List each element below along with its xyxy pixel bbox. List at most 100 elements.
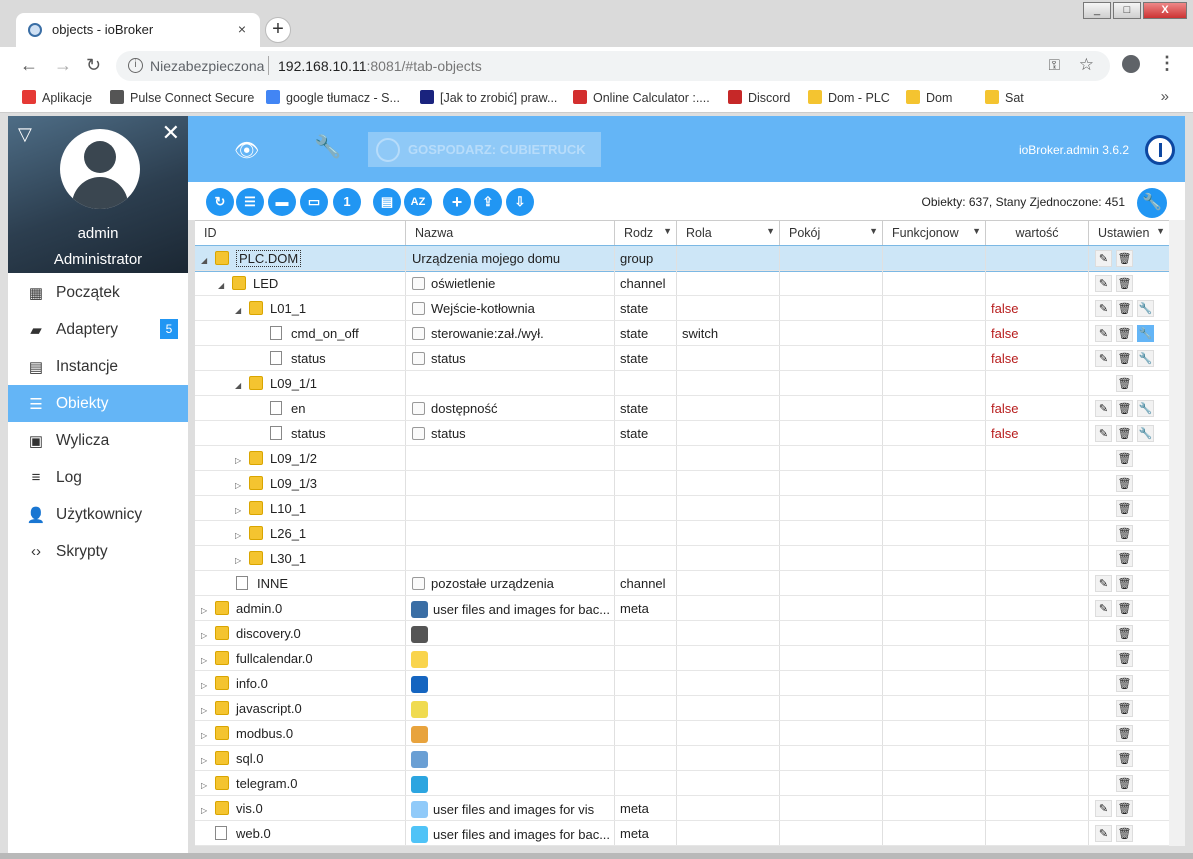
- tab-close-icon[interactable]: ×: [238, 21, 246, 37]
- browser-tab[interactable]: objects - ioBroker ×: [16, 13, 260, 47]
- list-view-button[interactable]: ☰: [236, 188, 264, 216]
- eye-icon[interactable]: 👁: [234, 138, 259, 163]
- reload-icon[interactable]: ↻: [86, 55, 101, 76]
- close-window-button[interactable]: X: [1143, 2, 1187, 19]
- iobroker-brand-icon[interactable]: [1145, 135, 1175, 165]
- omnibox[interactable]: i Niezabezpieczona 192.168.10.11:8081/#t…: [116, 51, 1110, 81]
- value-cell[interactable]: false: [986, 296, 1089, 320]
- filter-dropdown-icon[interactable]: ▼: [869, 226, 878, 236]
- bookmark-item[interactable]: Online Calculator :....: [573, 90, 710, 105]
- sidebar-item-5[interactable]: ≡ Log: [8, 459, 188, 496]
- delete-button[interactable]: 🗑: [1116, 475, 1133, 492]
- value-cell[interactable]: [986, 246, 1089, 270]
- delete-button[interactable]: 🗑: [1116, 500, 1133, 517]
- table-row[interactable]: ▷ sql.0 🗑: [195, 746, 1169, 771]
- collapse-icon[interactable]: ◢: [235, 306, 245, 315]
- table-row[interactable]: ▷ L09_1/3 🗑: [195, 471, 1169, 496]
- edit-button[interactable]: ✎: [1095, 800, 1112, 817]
- delete-button[interactable]: 🗑: [1116, 275, 1133, 292]
- delete-button[interactable]: 🗑: [1116, 350, 1133, 367]
- grid-scrollbar[interactable]: [1169, 220, 1185, 846]
- download-button[interactable]: ⇩: [506, 188, 534, 216]
- table-row[interactable]: ▷ L09_1/2 🗑: [195, 446, 1169, 471]
- delete-button[interactable]: 🗑: [1116, 425, 1133, 442]
- more-menu-icon[interactable]: ⋮: [1158, 53, 1176, 74]
- refresh-button[interactable]: ↻: [206, 188, 234, 216]
- bookmark-item[interactable]: Aplikacje: [22, 90, 92, 105]
- expand-icon[interactable]: ▷: [235, 556, 245, 565]
- value-cell[interactable]: [986, 621, 1089, 645]
- table-row[interactable]: ▷ L10_1 🗑: [195, 496, 1169, 521]
- table-row[interactable]: ▷ javascript.0 🗑: [195, 696, 1169, 721]
- filter-dropdown-icon[interactable]: ▼: [972, 226, 981, 236]
- settings-wrench-button[interactable]: 🔧: [1137, 188, 1167, 218]
- delete-button[interactable]: 🗑: [1116, 300, 1133, 317]
- custom-settings-button[interactable]: 🔧: [1137, 300, 1154, 317]
- close-sidebar-icon[interactable]: ✕: [162, 120, 180, 146]
- value-cell[interactable]: [986, 496, 1089, 520]
- column-header[interactable]: ID: [195, 221, 406, 245]
- table-row[interactable]: ◢ PLC.DOM Urządzenia mojego domu group ✎ 🗑: [195, 245, 1169, 272]
- star-icon[interactable]: ☆: [1079, 55, 1094, 75]
- table-row[interactable]: ▷ discovery.0 🗑: [195, 621, 1169, 646]
- edit-button[interactable]: ✎: [1095, 425, 1112, 442]
- custom-settings-button[interactable]: 🔧: [1137, 425, 1154, 442]
- value-cell[interactable]: false: [986, 421, 1089, 445]
- sidebar-item-0[interactable]: ▦ Początek: [8, 274, 188, 311]
- table-row[interactable]: ▷ fullcalendar.0 🗑: [195, 646, 1169, 671]
- value-cell[interactable]: [986, 746, 1089, 770]
- collapse-folders-button[interactable]: ▭: [300, 188, 328, 216]
- edit-button[interactable]: ✎: [1095, 600, 1112, 617]
- table-row[interactable]: ◢ L09_1/1 🗑: [195, 371, 1169, 396]
- sidebar-item-1[interactable]: ▰ Adaptery 5: [8, 311, 188, 348]
- expand-icon[interactable]: ▷: [201, 731, 211, 740]
- delete-button[interactable]: 🗑: [1116, 625, 1133, 642]
- bookmark-item[interactable]: Discord: [728, 90, 790, 105]
- filter-dropdown-icon[interactable]: ▼: [1156, 226, 1165, 236]
- filter-dropdown-icon[interactable]: ▼: [663, 226, 672, 236]
- edit-button[interactable]: ✎: [1095, 250, 1112, 267]
- back-icon[interactable]: ←: [20, 55, 38, 76]
- account-icon[interactable]: [1122, 55, 1140, 73]
- value-cell[interactable]: [986, 671, 1089, 695]
- delete-button[interactable]: 🗑: [1116, 450, 1133, 467]
- value-cell[interactable]: [986, 521, 1089, 545]
- value-cell[interactable]: [986, 821, 1089, 845]
- value-cell[interactable]: [986, 771, 1089, 795]
- bookmark-item[interactable]: Dom - PLC: [808, 90, 890, 105]
- value-cell[interactable]: [986, 596, 1089, 620]
- table-row[interactable]: ▷ info.0 🗑: [195, 671, 1169, 696]
- delete-button[interactable]: 🗑: [1116, 675, 1133, 692]
- value-cell[interactable]: [986, 721, 1089, 745]
- table-row[interactable]: ▷ admin.0 user files and images for bac...…: [195, 596, 1169, 621]
- column-header[interactable]: Rodz ▼: [615, 221, 677, 245]
- host-selector[interactable]: GOSPODARZ: CUBIETRUCK: [368, 132, 601, 167]
- edit-button[interactable]: ✎: [1095, 825, 1112, 842]
- delete-button[interactable]: 🗑: [1116, 400, 1133, 417]
- value-cell[interactable]: [986, 796, 1089, 820]
- sidebar-item-4[interactable]: ▣ Wylicza: [8, 422, 188, 459]
- new-tab-button[interactable]: +: [265, 17, 291, 43]
- forward-icon[interactable]: →: [54, 55, 72, 76]
- sidebar-item-6[interactable]: 👤 Użytkownicy: [8, 496, 188, 533]
- delete-button[interactable]: 🗑: [1116, 575, 1133, 592]
- custom-settings-button[interactable]: 🔧: [1137, 400, 1154, 417]
- table-row[interactable]: ▷ L30_1 🗑: [195, 546, 1169, 571]
- table-row[interactable]: status status state false ✎ 🗑 🔧: [195, 346, 1169, 371]
- add-object-button[interactable]: +: [443, 188, 471, 216]
- wrench-icon[interactable]: 🔧: [314, 134, 341, 160]
- expand-icon[interactable]: ▷: [201, 681, 211, 690]
- value-cell[interactable]: [986, 696, 1089, 720]
- sort-az-button[interactable]: AZ: [404, 188, 432, 216]
- value-cell[interactable]: [986, 271, 1089, 295]
- edit-button[interactable]: ✎: [1095, 400, 1112, 417]
- delete-button[interactable]: 🗑: [1116, 325, 1133, 342]
- value-cell[interactable]: [986, 371, 1089, 395]
- expand-icon[interactable]: ▷: [235, 481, 245, 490]
- value-cell[interactable]: [986, 471, 1089, 495]
- table-row[interactable]: ▷ vis.0 user files and images for vis meta ✎…: [195, 796, 1169, 821]
- sidebar-item-2[interactable]: ▤ Instancje: [8, 348, 188, 385]
- value-cell[interactable]: false: [986, 321, 1089, 345]
- value-cell[interactable]: [986, 446, 1089, 470]
- delete-button[interactable]: 🗑: [1116, 250, 1133, 267]
